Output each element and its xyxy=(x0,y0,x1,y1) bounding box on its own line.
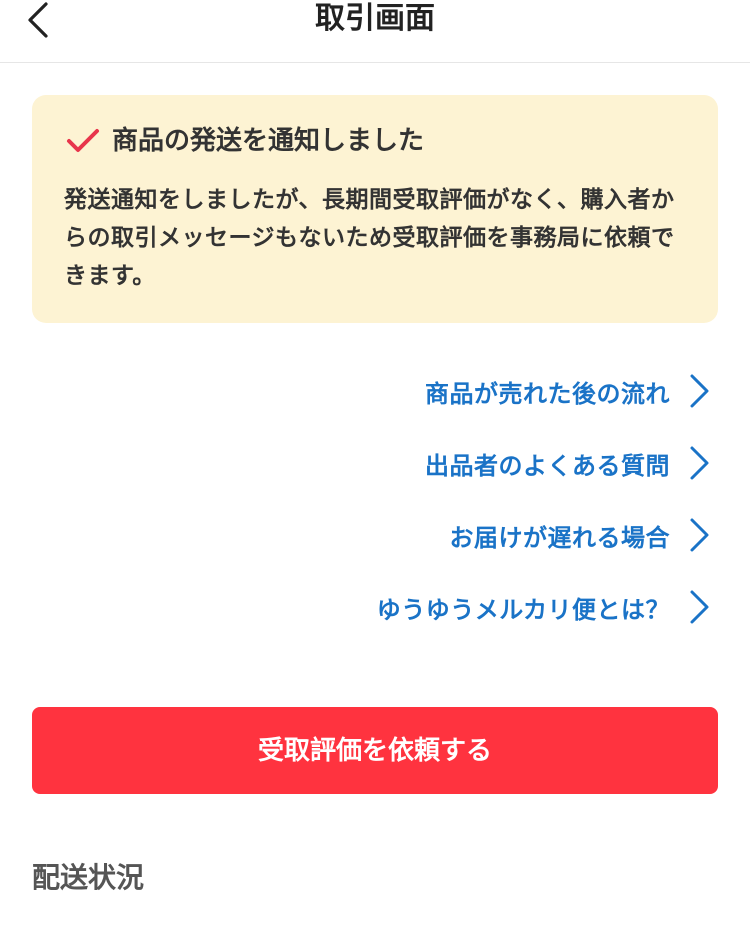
request-review-button[interactable]: 受取評価を依頼する xyxy=(32,707,718,794)
notice-card: 商品の発送を通知しました 発送通知をしましたが、長期間受取評価がなく、購入者から… xyxy=(32,95,718,323)
link-seller-faq[interactable]: 出品者のよくある質問 xyxy=(32,434,712,492)
link-label: お届けが遅れる場合 xyxy=(449,523,670,552)
notice-title: 商品の発送を通知しました xyxy=(112,126,425,156)
check-icon xyxy=(67,129,99,152)
link-label: 出品者のよくある質問 xyxy=(425,451,670,480)
chevron-right-icon xyxy=(690,518,709,552)
chevron-right-icon xyxy=(690,374,709,408)
link-flow-after-sale[interactable]: 商品が売れた後の流れ xyxy=(32,362,712,420)
link-label: ゆうゆうメルカリ便とは？ xyxy=(376,595,670,624)
help-links: 商品が売れた後の流れ 出品者のよくある質問 お届けが遅れる場合 ゆうゆうメルカリ… xyxy=(32,362,712,650)
link-label: 商品が売れた後の流れ xyxy=(425,379,670,408)
shipping-status-heading: 配送状況 xyxy=(32,861,145,894)
header-bar: 取引画面 xyxy=(0,0,750,63)
link-yuyu-mercari-bin[interactable]: ゆうゆうメルカリ便とは？ xyxy=(32,578,712,636)
chevron-right-icon xyxy=(690,590,709,624)
link-delivery-delay[interactable]: お届けが遅れる場合 xyxy=(32,506,712,564)
notice-body: 発送通知をしましたが、長期間受取評価がなく、購入者からの取引メッセージもないため… xyxy=(64,187,675,289)
notice-header: 商品の発送を通知しました xyxy=(66,125,424,157)
chevron-right-icon xyxy=(690,446,709,480)
page-title: 取引画面 xyxy=(315,1,435,36)
